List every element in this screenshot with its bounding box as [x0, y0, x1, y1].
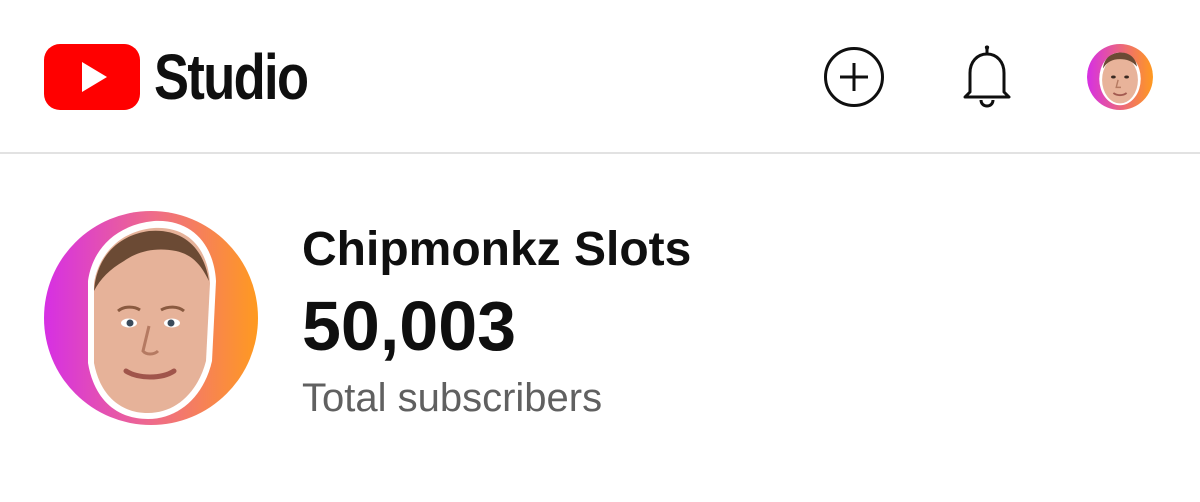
subscriber-label: Total subscribers — [302, 376, 603, 420]
youtube-play-icon — [44, 44, 140, 110]
app-header: Studio — [0, 0, 1200, 154]
channel-info: Chipmonkz Slots 50,003 Total subscribers — [302, 218, 691, 424]
create-button[interactable] — [821, 44, 887, 110]
bell-icon — [963, 45, 1011, 108]
account-button[interactable] — [1087, 44, 1153, 110]
studio-label: Studio — [154, 41, 309, 113]
plus-circle-icon — [824, 47, 884, 107]
youtube-studio-logo[interactable]: Studio — [44, 44, 341, 110]
subscriber-count: 50,003 — [302, 287, 517, 365]
channel-name: Chipmonkz Slots — [302, 223, 692, 276]
notifications-button[interactable] — [954, 44, 1020, 110]
studio-page: Studio Chipmonkz Slots 50,003 Total subs… — [0, 0, 1200, 502]
channel-avatar — [44, 211, 258, 425]
avatar — [1087, 44, 1153, 110]
